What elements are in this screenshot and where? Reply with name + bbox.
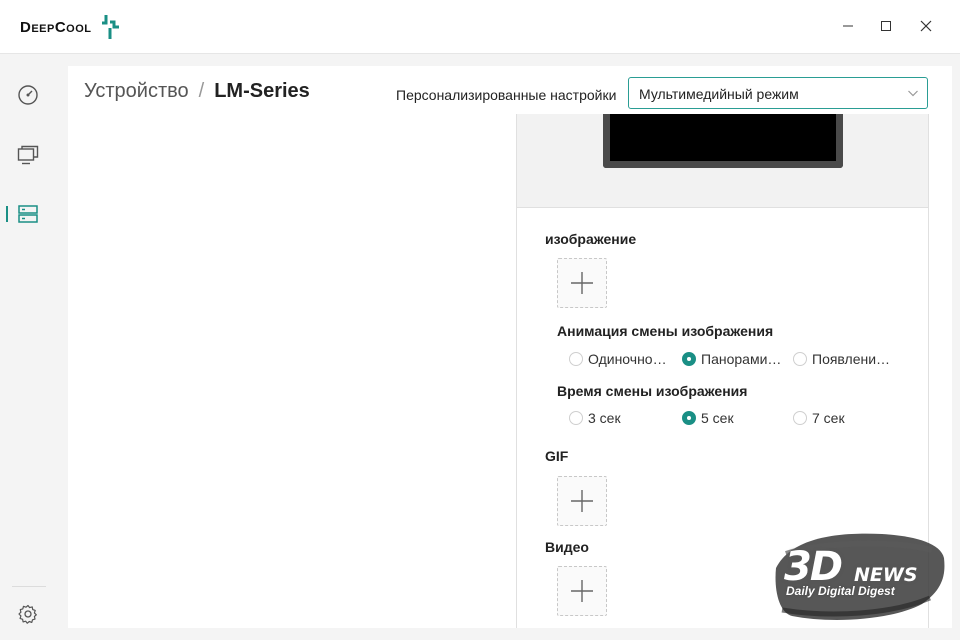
minimize-button[interactable] [836,14,860,38]
plus-icon [571,490,593,512]
title-bar: DeepCool [0,0,960,54]
chevron-down-icon [908,90,918,97]
deepcool-logo: DeepCool [20,14,120,40]
sidebar [0,55,56,640]
animation-title: Анимация смены изображения [557,323,774,339]
monitor-icon [17,145,39,165]
radio-label: Панорами… [701,351,782,367]
interval-option-7s[interactable]: 7 сек [793,410,893,426]
video-section-title: Видео [545,539,589,555]
sidebar-item-dashboard[interactable] [12,79,44,111]
breadcrumb-separator: / [198,80,205,102]
radio-dot-selected [682,411,696,425]
sidebar-item-devices[interactable] [12,198,44,230]
gear-icon [18,604,37,624]
animation-option-panorama[interactable]: Панорами… [682,351,782,367]
preset-select-value: Мультимедийный режим [639,86,799,102]
breadcrumb-device-link[interactable]: Устройство [84,80,189,103]
radio-label: 7 сек [812,410,845,426]
gauge-icon [18,85,38,105]
radio-label: Появлени… [812,351,891,367]
watermark-tagline: Daily Digital Digest [786,584,895,598]
gif-section-title: GIF [545,448,569,464]
video-upload-button[interactable] [557,566,607,616]
3dnews-watermark: 3D NEWS Daily Digital Digest [772,528,948,628]
interval-option-5s[interactable]: 5 сек [682,410,782,426]
sidebar-item-monitor[interactable] [12,139,44,171]
radio-dot [569,411,583,425]
close-icon [920,20,932,32]
sidebar-active-indicator [6,206,8,222]
breadcrumb-current: LM-Series [214,80,310,102]
radio-dot-selected [682,352,696,366]
radio-label: 5 сек [701,410,734,426]
radio-dot [793,352,807,366]
animation-option-single[interactable]: Одиночно… [569,351,669,367]
watermark-brand-news: NEWS [854,564,918,586]
lcd-preview-screen [603,114,843,168]
radio-dot [793,411,807,425]
radio-label: Одиночно… [588,351,667,367]
logo-text: DeepCool [20,18,92,36]
gif-upload-button[interactable] [557,476,607,526]
preset-select[interactable]: Мультимедийный режим [628,77,928,109]
plus-icon [571,272,593,294]
maximize-icon [881,21,891,31]
radio-label: 3 сек [588,410,621,426]
interval-title: Время смены изображения [557,383,748,399]
preset-label: Персонализированные настройки [396,87,617,103]
sidebar-divider [12,586,46,587]
radio-dot [569,352,583,366]
plus-icon [571,580,593,602]
image-section-title: изображение [545,231,637,247]
server-icon [18,205,38,223]
minimize-icon [843,25,853,27]
deepcool-mark-icon [101,15,119,39]
interval-option-3s[interactable]: 3 сек [569,410,669,426]
image-upload-button[interactable] [557,258,607,308]
close-button[interactable] [914,14,938,38]
maximize-button[interactable] [874,14,898,38]
breadcrumb: Устройство / LM-Series [84,80,310,103]
animation-option-appear[interactable]: Появлени… [793,351,893,367]
sidebar-item-settings[interactable] [12,598,44,630]
lcd-preview-area [517,114,928,208]
